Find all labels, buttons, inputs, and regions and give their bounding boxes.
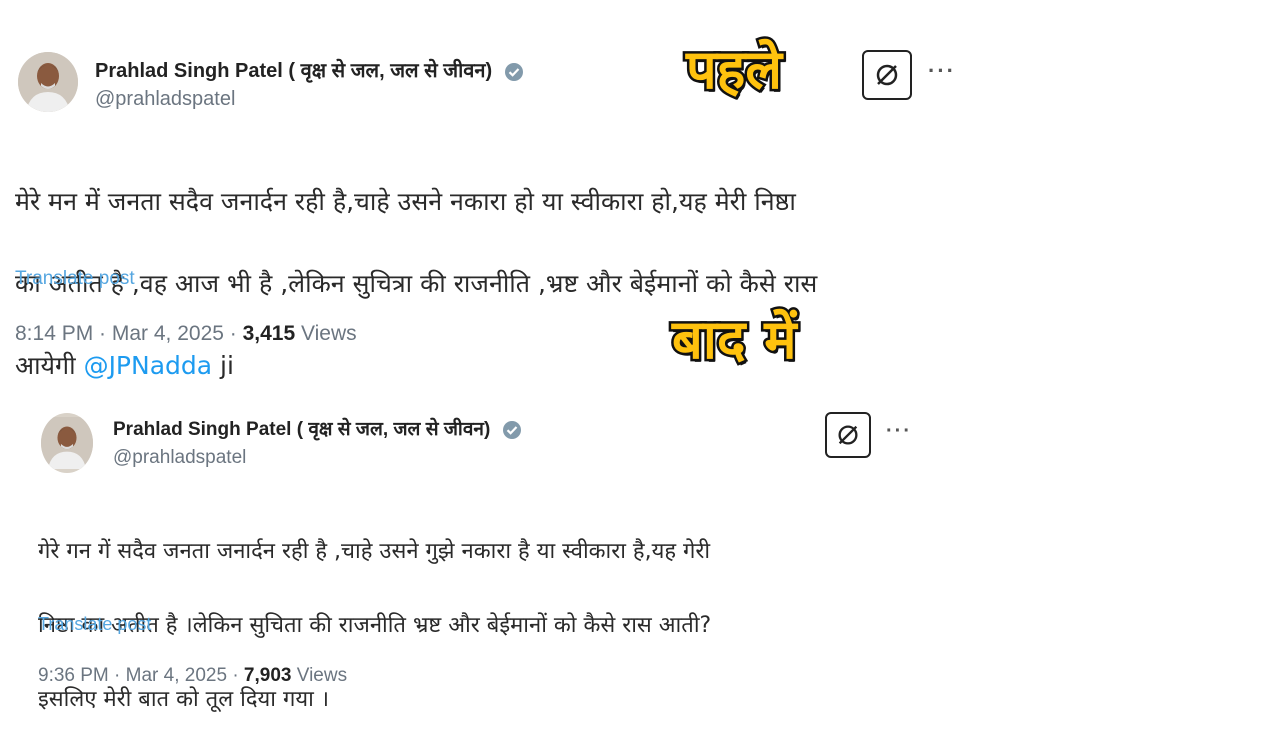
views-count: 3,415 [242,322,296,345]
user-handle[interactable]: @prahladspatel [95,88,235,111]
verified-badge-icon [504,62,523,81]
profile-photo [41,417,93,469]
verified-badge-icon [502,420,521,439]
more-options-icon[interactable]: ··· [886,420,912,443]
before-label: पहले [684,36,785,104]
grok-icon [838,425,858,445]
views-label: Views [295,322,357,345]
translate-post-link[interactable]: Translate post [15,268,135,290]
post-meta: 9:36 PM · Mar 4, 2025 · 7,903 Views [38,665,347,687]
post-timestamp[interactable]: 8:14 PM · Mar 4, 2025 · [15,322,243,345]
avatar[interactable] [18,52,78,112]
post-text: मेरे मन में जनता सदैव जनार्दन रही है,चाह… [15,140,817,427]
mention-link[interactable]: @JPNadda [84,351,213,380]
views-count: 7,903 [243,665,292,686]
post-timestamp[interactable]: 9:36 PM · Mar 4, 2025 · [38,665,244,686]
post-text-line: का अतीत है ,वह आज भी है ,लेकिन सुचित्रा … [15,269,818,298]
views-label: Views [291,665,348,686]
more-options-icon[interactable]: ··· [928,58,956,84]
user-handle[interactable]: @prahladspatel [113,447,246,469]
translate-post-link[interactable]: Translate post [38,614,151,635]
post-text-line: मेरे मन में जनता सदैव जनार्दन रही है,चाह… [15,187,796,216]
grok-button[interactable] [825,412,871,458]
after-label: बाद में [670,306,800,374]
grok-icon [876,64,898,86]
display-name[interactable]: Prahlad Singh Patel ( वृक्ष से जल, जल से… [95,56,524,83]
grok-button[interactable] [862,50,912,100]
post-meta: 8:14 PM · Mar 4, 2025 · 3,415 Views [15,322,357,346]
post-text-line: गेरे गन गें सदैव जनता जनार्दन रही है ,चा… [38,539,711,564]
profile-photo [18,52,78,112]
avatar[interactable] [41,413,93,473]
display-name[interactable]: Prahlad Singh Patel ( वृक्ष से जल, जल से… [113,415,522,441]
